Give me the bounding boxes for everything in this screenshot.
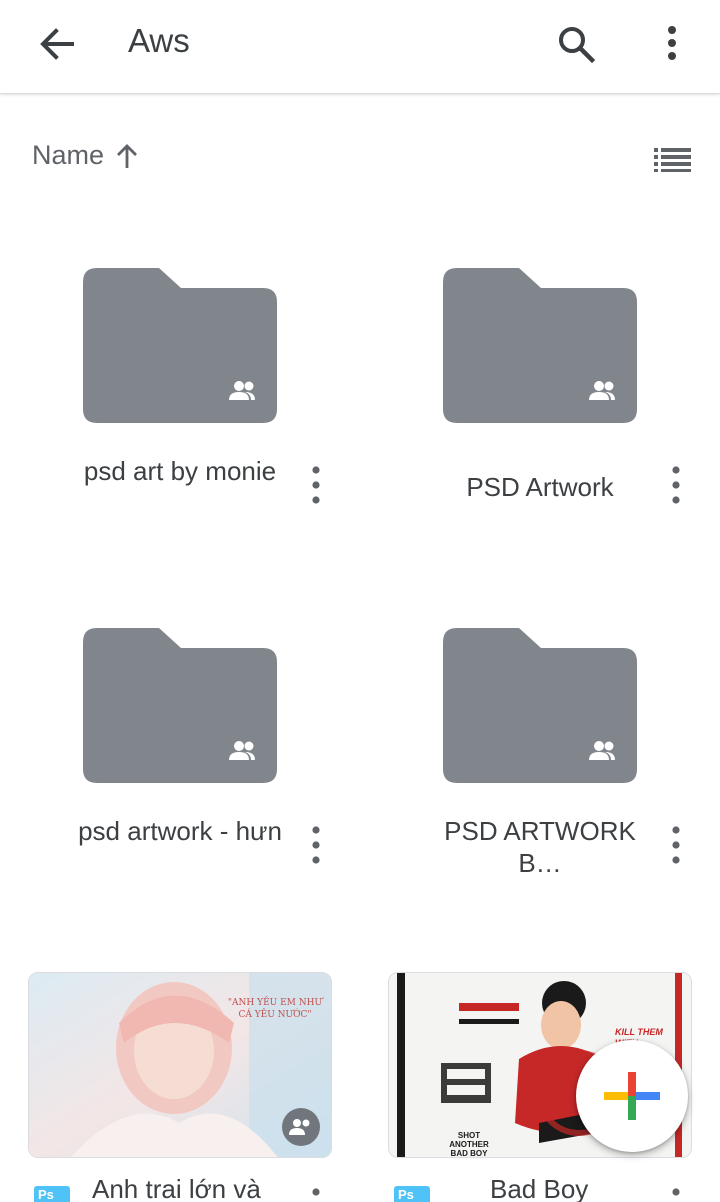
new-fab-button[interactable] [576,1040,688,1152]
thumbnail-caption-bottom: SHOT ANOTHER BAD BOY [449,1131,489,1158]
folder-name: PSD Artwork [466,472,614,502]
arrow-up-icon [117,143,138,168]
list-view-icon [654,148,691,172]
arrow-back-icon [40,28,74,60]
search-button[interactable] [548,18,604,70]
app-bar: Aws [0,0,720,94]
folder-name: PSD ARTWORK B… [444,816,636,878]
search-icon [559,27,596,64]
psd-file-badge: Ps [34,1186,70,1202]
item-more-button[interactable] [660,462,692,508]
item-more-button[interactable] [300,822,332,868]
more-vert-icon [312,826,320,864]
thumbnail-caption: "ANH YÊU EM NHƯ CÁ YÊU NƯỚC" [227,998,323,1020]
shared-folder-icon [443,268,637,423]
more-vert-icon [668,26,676,60]
item-more-button[interactable] [660,822,692,868]
item-more-button[interactable] [300,1184,332,1202]
more-vert-icon [312,1188,320,1196]
file-thumbnail[interactable]: "ANH YÊU EM NHƯ CÁ YÊU NƯỚC" [28,972,332,1158]
more-vert-icon [672,826,680,864]
shared-folder-icon [443,628,637,783]
sort-label: Name [32,140,105,170]
more-vert-icon [672,466,680,504]
plus-icon [604,1072,660,1120]
file-name: Anh trai lớn và [92,1174,261,1202]
psd-file-badge: Ps [394,1186,430,1202]
item-more-button[interactable] [300,462,332,508]
list-view-toggle[interactable] [650,142,694,178]
file-name: Bad Boy [490,1174,589,1202]
more-vert-icon [672,1188,680,1196]
folder-name: psd art by monie [83,456,277,486]
item-more-button[interactable] [660,1184,692,1202]
folder-name: psd artwork - hưn [78,816,282,846]
folder-title: Aws [128,22,190,59]
more-vert-icon [312,466,320,504]
back-button[interactable] [30,20,82,68]
shared-folder-icon [83,268,277,423]
shared-folder-icon [83,628,277,783]
more-options-button[interactable] [650,18,694,70]
sort-by-name-button[interactable]: Name [32,140,140,171]
sort-bar: Name [0,130,720,186]
